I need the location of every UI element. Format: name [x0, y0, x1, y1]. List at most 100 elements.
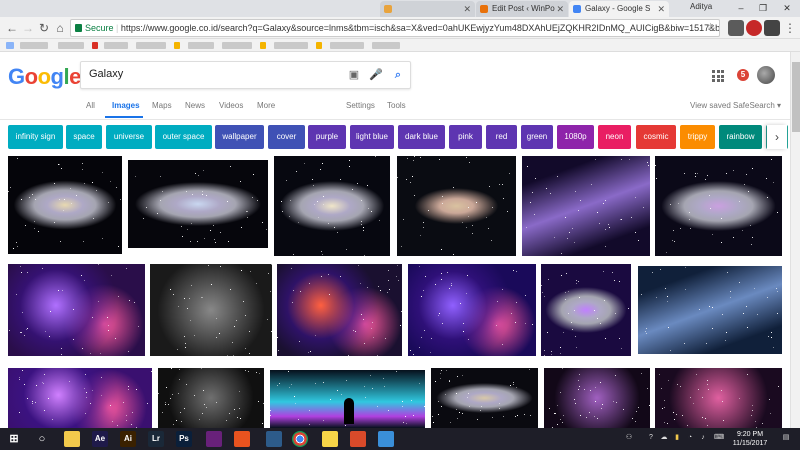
image-result-nebula-purple[interactable] [8, 264, 145, 356]
close-icon[interactable]: ✕ [657, 1, 665, 17]
chip-neon[interactable]: neon [598, 125, 631, 149]
image-result-starfield[interactable] [544, 368, 650, 428]
camera-icon[interactable]: ▣ [347, 68, 361, 82]
bookmark-item[interactable] [330, 42, 364, 49]
tab-3[interactable]: Galaxy - Google S ✕ [569, 1, 669, 17]
keyboard-icon[interactable]: ⌨ [714, 434, 724, 442]
menu-icon[interactable]: ⋮ [782, 20, 798, 36]
notifications-badge[interactable]: 5 [737, 69, 749, 81]
photoshop-icon[interactable]: Ps [176, 431, 192, 447]
app-blue-icon[interactable] [266, 431, 282, 447]
view-saved-link[interactable]: View saved [690, 101, 731, 110]
cortana-icon[interactable]: ○ [34, 431, 50, 447]
chip-space[interactable]: space [66, 125, 102, 149]
image-result-spiral-galaxy[interactable] [431, 368, 538, 428]
image-result-nebula-colorful[interactable] [277, 264, 402, 356]
settings-link[interactable]: Settings [346, 101, 375, 110]
bookmark-item[interactable] [104, 42, 128, 49]
bookmark-item[interactable] [372, 42, 400, 49]
close-window-icon[interactable]: ✕ [776, 1, 798, 15]
scrollbar[interactable] [790, 52, 800, 428]
chip-green[interactable]: green [521, 125, 553, 149]
bookmark-item[interactable] [260, 42, 266, 49]
image-result-spiral-galaxy[interactable] [541, 264, 631, 356]
chip-dark-blue[interactable]: dark blue [398, 125, 445, 149]
home-icon[interactable]: ⌂ [52, 20, 68, 36]
chip-cover[interactable]: cover [268, 125, 305, 149]
visual-studio-icon[interactable] [206, 431, 222, 447]
windows-start-icon[interactable]: ⊞ [6, 431, 22, 447]
forward-icon[interactable]: → [20, 20, 36, 36]
image-result-starfield[interactable] [150, 264, 272, 356]
extension-icon[interactable] [728, 20, 744, 36]
close-icon[interactable]: ✕ [556, 1, 564, 17]
chip-cosmic[interactable]: cosmic [636, 125, 676, 149]
bookmark-item[interactable] [58, 42, 84, 49]
tab-news[interactable]: News [185, 101, 205, 110]
reload-icon[interactable]: ↻ [36, 20, 52, 36]
chrome-icon[interactable] [292, 431, 308, 447]
bookmark-item[interactable] [136, 42, 166, 49]
bookmark-item[interactable] [274, 42, 308, 49]
file-explorer-icon[interactable] [64, 431, 80, 447]
bookmark-item[interactable] [222, 42, 252, 49]
action-center-icon[interactable]: ▤ [782, 434, 790, 442]
google-logo[interactable]: Google [8, 64, 81, 90]
chip-red[interactable]: red [486, 125, 517, 149]
search-box[interactable]: ▣ 🎤 ⌕ [80, 61, 411, 89]
tab-all[interactable]: All [86, 101, 95, 110]
minimize-icon[interactable]: – [730, 1, 752, 15]
image-result-milky-way[interactable] [638, 266, 782, 354]
help-icon[interactable]: ? [647, 434, 655, 442]
volume-icon[interactable]: ♪ [699, 434, 707, 442]
url-bar[interactable]: Secure | https://www.google.co.id/search… [70, 19, 720, 37]
app-orange-icon[interactable] [234, 431, 250, 447]
tab-1[interactable]: ✕ [380, 1, 475, 17]
sticky-notes-icon[interactable] [322, 431, 338, 447]
chevron-right-icon[interactable]: › [767, 125, 787, 149]
chip-purple[interactable]: purple [308, 125, 346, 149]
tab-videos[interactable]: Videos [219, 101, 243, 110]
bookmark-item[interactable] [174, 42, 180, 49]
battery-icon[interactable]: ▮ [673, 434, 681, 442]
maximize-icon[interactable]: ❐ [752, 1, 774, 15]
avatar[interactable] [757, 66, 775, 84]
search-input[interactable] [89, 68, 329, 80]
tab-images[interactable]: Images [112, 101, 140, 110]
chip-trippy[interactable]: trippy [680, 125, 715, 149]
chip-outer-space[interactable]: outer space [155, 125, 212, 149]
image-result-barred-spiral[interactable] [128, 160, 268, 248]
extension-icon[interactable] [764, 20, 780, 36]
cloud-icon[interactable]: ☁ [660, 434, 668, 442]
laptop-app-icon[interactable] [378, 431, 394, 447]
bookmark-item[interactable] [20, 42, 48, 49]
tab-2[interactable]: Edit Post ‹ WinPo ✕ [476, 1, 568, 17]
image-result-milky-way[interactable] [522, 156, 650, 256]
profile-name[interactable]: Aditya [690, 2, 712, 11]
image-result-irregular[interactable] [397, 156, 516, 256]
tab-maps[interactable]: Maps [152, 101, 172, 110]
image-result-spiral-galaxy[interactable] [8, 156, 122, 254]
after-effects-icon[interactable]: Ae [92, 431, 108, 447]
scrollbar-thumb[interactable] [792, 62, 800, 132]
image-result-spiral-galaxy[interactable] [274, 156, 390, 256]
people-icon[interactable]: ⚇ [625, 434, 633, 442]
image-result-nebula-purple[interactable] [8, 368, 152, 428]
star-icon[interactable]: ☆ [706, 20, 715, 36]
image-result-starfield[interactable] [158, 368, 264, 428]
bookmark-item[interactable] [188, 42, 214, 49]
illustrator-icon[interactable]: Ai [120, 431, 136, 447]
bookmark-item[interactable] [92, 42, 98, 49]
microphone-icon[interactable]: 🎤 [369, 68, 383, 82]
chip-wallpaper[interactable]: wallpaper [215, 125, 264, 149]
chip-infinity-sign[interactable]: infinity sign [8, 125, 63, 149]
apps-grid-icon[interactable] [712, 70, 724, 82]
bookmark-item[interactable] [6, 42, 14, 49]
tab-more[interactable]: More [257, 101, 275, 110]
image-result-neon-silhouette[interactable] [270, 370, 425, 428]
photos-icon[interactable] [350, 431, 366, 447]
chip-1080p[interactable]: 1080p [557, 125, 594, 149]
image-result-spiral-galaxy[interactable] [655, 156, 782, 256]
adblock-icon[interactable] [746, 20, 762, 36]
chip-pink[interactable]: pink [449, 125, 482, 149]
